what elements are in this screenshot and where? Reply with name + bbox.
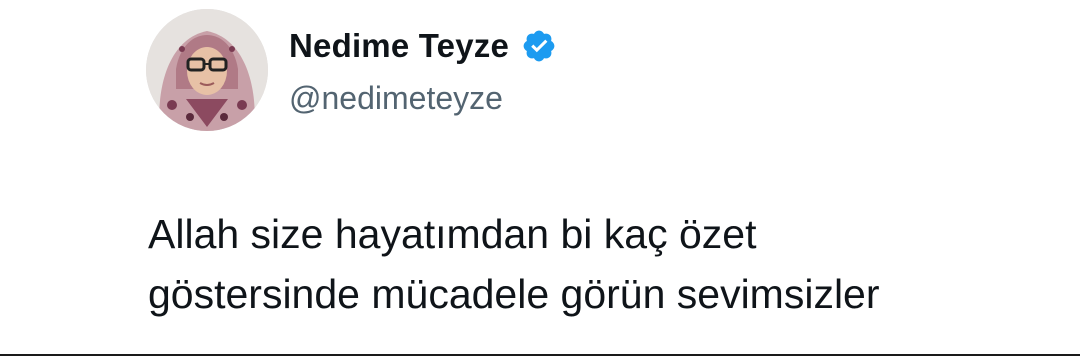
display-name[interactable]: Nedime Teyze (289, 27, 509, 65)
tweet-text: Allah size hayatımdan bi kaç özet göster… (148, 204, 1048, 324)
author-name-row[interactable]: Nedime Teyze (289, 24, 557, 68)
avatar-image (146, 9, 268, 131)
divider (0, 354, 1080, 356)
tweet-card: Nedime Teyze @nedimeteyze Allah size hay… (0, 0, 1080, 359)
avatar[interactable] (146, 9, 268, 131)
user-handle[interactable]: @nedimeteyze (289, 80, 503, 117)
tweet-text-line: göstersinde mücadele görün sevimsizler (148, 271, 880, 317)
tweet-text-line: Allah size hayatımdan bi kaç özet (148, 211, 757, 257)
verified-badge-icon (521, 28, 557, 64)
